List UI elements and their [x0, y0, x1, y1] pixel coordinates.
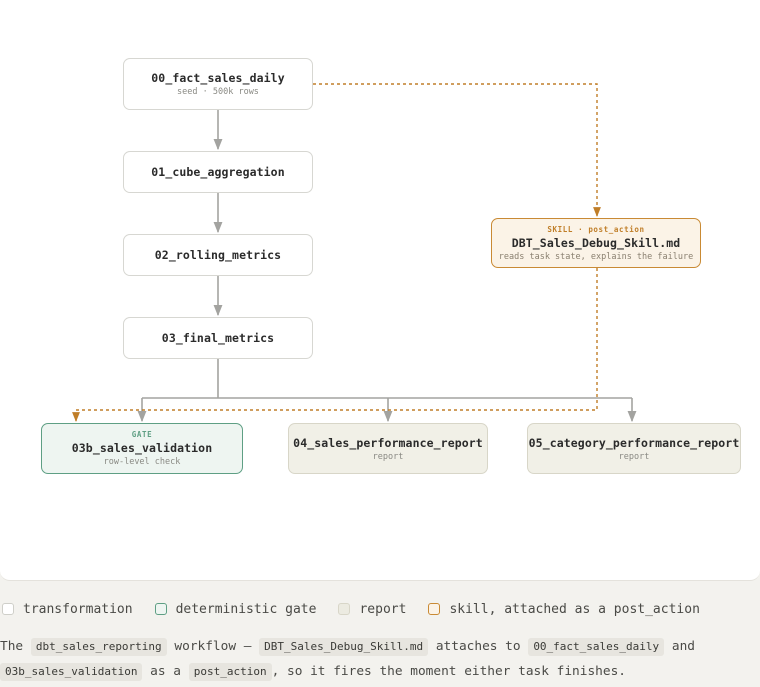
caption-text: workflow — [174, 639, 252, 654]
node-final-metrics[interactable]: 03_final_metrics [123, 317, 313, 359]
node-sales-validation-gate[interactable]: GATE 03b_sales_validation row-level chec… [41, 423, 243, 474]
node-subtitle: reads task state, explains the failure [498, 251, 694, 262]
caption-line-2: 03b_sales_validation as a post_action, s… [0, 659, 760, 684]
node-fact-sales-daily[interactable]: 00_fact_sales_daily seed · 500k rows [123, 58, 313, 110]
legend-swatch-gate [154, 603, 167, 615]
workflow-canvas: 00_fact_sales_daily seed · 500k rows 01_… [0, 0, 760, 581]
legend-swatch-report [338, 603, 351, 615]
legend-item-transformation: transformation [2, 602, 133, 617]
caption-text: , so it fires the moment either task fin… [271, 664, 626, 679]
edge-fact-to-skill [313, 83, 601, 217]
node-title: 01_cube_aggregation [151, 165, 285, 179]
node-subtitle: report [618, 451, 650, 462]
node-sales-performance-report[interactable]: 04_sales_performance_report report [288, 423, 488, 474]
caption-line-1: The dbt_sales_reporting workflow — DBT_S… [0, 634, 760, 659]
node-kind-label: GATE [131, 430, 153, 439]
edge-final-fanout [142, 359, 632, 399]
legend: transformation deterministic gate report… [2, 599, 722, 619]
node-title: 02_rolling_metrics [154, 248, 282, 262]
caption-code-task-b: 03b_sales_validation [0, 663, 143, 681]
node-debug-skill[interactable]: SKILL · post_action DBT_Sales_Debug_Skil… [491, 218, 701, 268]
node-title: DBT_Sales_Debug_Skill.md [511, 235, 681, 250]
node-subtitle: report [372, 451, 404, 462]
diagram-caption: The dbt_sales_reporting workflow — DBT_S… [0, 634, 760, 684]
legend-item-report: report [338, 602, 406, 617]
node-rolling-metrics[interactable]: 02_rolling_metrics [123, 234, 313, 276]
caption-text: and [671, 639, 695, 654]
node-subtitle: row-level check [103, 457, 181, 467]
legend-label: skill, attached as a post_action [449, 601, 700, 617]
caption-text: as a [150, 664, 181, 679]
caption-code-workflow: dbt_sales_reporting [30, 638, 167, 656]
node-title: 05_category_performance_report [528, 435, 740, 450]
legend-item-gate: deterministic gate [154, 601, 317, 617]
legend-swatch-skill [428, 603, 441, 615]
node-title: 03b_sales_validation [71, 441, 213, 455]
caption-text: attaches to [435, 639, 521, 654]
node-category-performance-report[interactable]: 05_category_performance_report report [527, 423, 741, 474]
legend-label: deterministic gate [175, 601, 317, 617]
node-title: 03_final_metrics [161, 331, 275, 345]
node-subtitle: seed · 500k rows [177, 87, 259, 97]
edge-layer [72, 83, 637, 423]
caption-text: The [0, 639, 24, 654]
caption-code-post-action: post_action [188, 663, 272, 681]
caption-code-task-a: 00_fact_sales_daily [528, 638, 665, 656]
legend-item-skill: skill, attached as a post_action [428, 601, 700, 617]
node-title: 04_sales_performance_report [293, 435, 483, 450]
node-kind-label: SKILL · post_action [547, 224, 645, 234]
node-title: 00_fact_sales_daily [151, 71, 285, 85]
caption-code-skill-file: DBT_Sales_Debug_Skill.md [259, 638, 429, 656]
legend-label: report [359, 601, 407, 617]
legend-label: transformation [23, 601, 133, 617]
legend-swatch-transformation [2, 603, 14, 615]
node-cube-aggregation[interactable]: 01_cube_aggregation [123, 151, 313, 193]
